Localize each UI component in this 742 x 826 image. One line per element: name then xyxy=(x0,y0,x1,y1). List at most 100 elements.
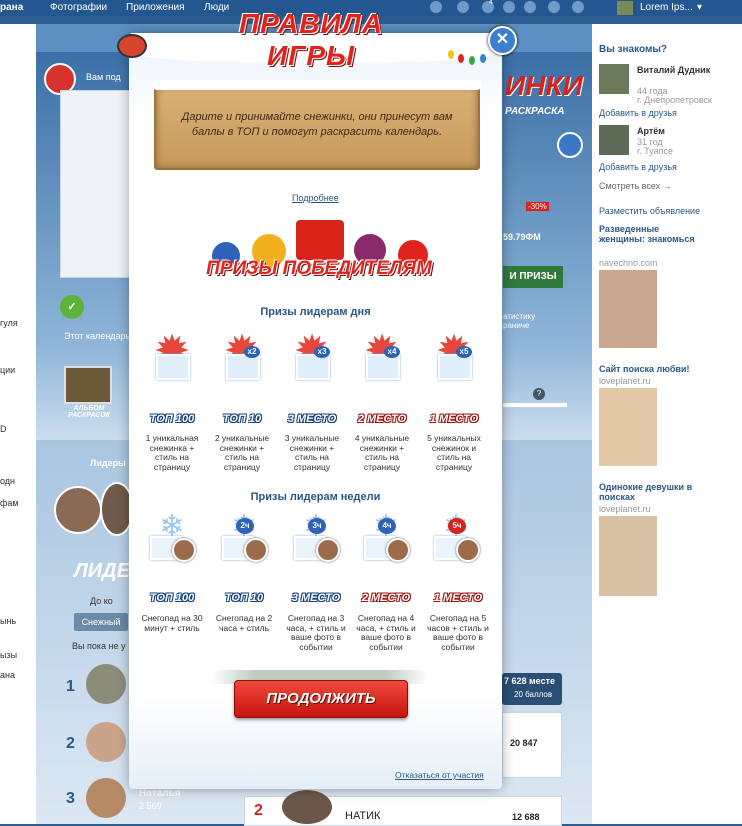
ad-photo[interactable] xyxy=(599,516,657,596)
tab-snow[interactable]: Снежный xyxy=(74,613,128,631)
more-link[interactable]: Подробнее xyxy=(292,193,339,203)
ad-photo[interactable] xyxy=(599,388,657,466)
friends-icon[interactable] xyxy=(503,1,515,13)
week-prize-icon: ❄ 2ч xyxy=(220,512,268,562)
ad-title[interactable]: Сайт поиска любви! xyxy=(599,364,689,374)
calendar-caption[interactable]: Этот календарь xyxy=(64,331,130,341)
place-ad-link[interactable]: Разместить объявление xyxy=(599,206,700,216)
calendar-icon xyxy=(438,354,472,380)
day-prize-icon: ✹ x4 xyxy=(358,328,406,380)
day-prize-icon: ✹ x5 xyxy=(430,328,478,380)
timer-badge: 5ч xyxy=(448,518,466,534)
user-photo-icon xyxy=(316,538,340,562)
week-prize-icon: ❄ 5ч xyxy=(432,512,480,562)
left-snippet: ции xyxy=(0,365,16,375)
day-prize-place: 2 МЕСТО xyxy=(357,413,407,425)
ad-title[interactable]: Разведенные женщины: знакомься xyxy=(599,224,699,244)
list-avatar[interactable] xyxy=(86,664,126,704)
rules-text: Дарите и принимайте снежинки, они принес… xyxy=(181,111,453,138)
left-snippet: ынь xyxy=(0,616,17,626)
help-icon[interactable]: ? xyxy=(533,388,545,400)
not-yet-text: Вы пока не у xyxy=(72,641,126,651)
price-text: 59.79ФМ xyxy=(503,232,541,242)
person-photo[interactable] xyxy=(599,64,629,94)
list-avatar[interactable] xyxy=(86,778,126,818)
checkmark-icon[interactable]: ✓ xyxy=(60,295,84,319)
banner-right: ИНКИ xyxy=(505,70,583,101)
see-all-link[interactable]: Смотреть всех → xyxy=(599,181,672,191)
list-name[interactable]: НАТИК xyxy=(345,810,380,822)
week-prize-desc: Снегопад на 2 часа + стиль xyxy=(215,613,273,633)
nav-photos[interactable]: Фотографии xyxy=(50,2,107,13)
day-prize-icon: ✹ x2 xyxy=(218,328,266,380)
banner-right-sub: РАСКРАСКА xyxy=(505,106,565,117)
continue-button[interactable]: ПРОДОЛЖИТЬ xyxy=(234,680,408,718)
close-button[interactable]: ✕ xyxy=(488,26,517,55)
ad-title[interactable]: Одинокие девушки в поисках xyxy=(599,482,709,502)
gift-text: Вам под xyxy=(86,72,121,82)
person-photo[interactable] xyxy=(599,125,629,155)
rank-badge: 1 xyxy=(66,678,75,695)
person-city: г. Туапсе xyxy=(637,146,673,156)
mail-icon[interactable] xyxy=(557,132,583,158)
place-text: 7 628 месте xyxy=(504,676,555,686)
prizes-button[interactable]: И ПРИЗЫ xyxy=(503,266,563,288)
chat-icon[interactable] xyxy=(457,1,469,13)
week-prize-place: 3 МЕСТО xyxy=(291,592,341,604)
day-prize-place: 1 МЕСТО xyxy=(429,413,479,425)
week-prize-desc: Снегопад на 5 часов + стиль и ваше фото … xyxy=(427,613,489,652)
user-avatar[interactable] xyxy=(617,1,633,15)
coloring-calendar[interactable] xyxy=(60,90,132,278)
left-snippet: ана xyxy=(0,670,15,680)
ok-coin-icon[interactable] xyxy=(524,1,536,13)
week-prize-place: 1 МЕСТО xyxy=(433,592,483,604)
scale-bar xyxy=(503,403,567,407)
bullfinch-icon xyxy=(117,34,147,58)
user-photo-icon xyxy=(456,538,480,562)
ad-domain: navechno.com xyxy=(599,258,658,268)
rank-badge: 2 xyxy=(254,802,263,819)
modal-title-text: ПРАВИЛА ИГРЫ xyxy=(238,8,384,71)
leader-avatar[interactable] xyxy=(54,486,102,534)
list-name[interactable]: Наталья xyxy=(139,788,181,799)
day-prize-place: 3 МЕСТО xyxy=(287,413,337,425)
user-photo-icon xyxy=(244,538,268,562)
multiplier-badge: x3 xyxy=(314,346,330,358)
week-prize-desc: Снегопад на 4 часа, + стиль и ваше фото … xyxy=(356,613,416,652)
day-prize-desc: 1 уникальная снежинка + стиль на страниц… xyxy=(145,433,199,472)
day-prize-desc: 5 уникальных снежинок и стиль на страниц… xyxy=(427,433,481,472)
list-avatar[interactable] xyxy=(282,790,332,824)
gift-icon[interactable] xyxy=(548,1,560,13)
ad-domain: loveplanet.ru xyxy=(599,376,651,386)
board-snow xyxy=(152,80,482,90)
list-points: 2 569 xyxy=(139,801,162,811)
stats-link[interactable]: атистику раниче xyxy=(503,312,561,330)
left-snippet: фам xyxy=(0,498,19,508)
nav-apps[interactable]: Приложения xyxy=(126,2,185,13)
decline-link[interactable]: Отказаться от участия xyxy=(395,770,484,780)
brand-fragment[interactable]: рана xyxy=(0,2,23,13)
rules-board: Дарите и принимайте снежинки, они принес… xyxy=(152,80,482,170)
chevron-down-icon[interactable]: ▾ xyxy=(697,2,702,13)
prizes-banner-text: ПРИЗЫ ПОБЕДИТЕЛЯМ xyxy=(206,258,432,279)
left-snippet: одн xyxy=(0,476,16,486)
add-friend-link[interactable]: Добавить в друзья xyxy=(599,162,677,172)
week-prize-icon: ❄ 4ч xyxy=(362,512,410,562)
week-section-title: Призы лидерам недели xyxy=(250,491,381,503)
list-avatar[interactable] xyxy=(86,722,126,762)
day-section-title: Призы лидерам дня xyxy=(260,306,371,318)
ad-photo[interactable] xyxy=(599,270,657,348)
album-label: АЛЬБОМ РАСКРАСОК xyxy=(67,405,111,419)
left-snippet: D xyxy=(0,424,7,434)
week-prize-place: ТОП 10 xyxy=(224,592,264,604)
day-prize-desc: 2 уникальные снежинки + стиль на страниц… xyxy=(214,433,270,472)
add-friend-link[interactable]: Добавить в друзья xyxy=(599,108,677,118)
diamond-icon[interactable] xyxy=(430,1,442,13)
person-name[interactable]: Артём xyxy=(637,126,665,136)
album-icon[interactable] xyxy=(64,366,112,404)
left-snippet: гуля xyxy=(0,318,18,328)
day-prize-desc: 3 уникальные снежинки + стиль на страниц… xyxy=(284,433,340,472)
person-name[interactable]: Виталий Дудник xyxy=(637,65,737,75)
star-icon[interactable] xyxy=(572,1,584,13)
user-name[interactable]: Lorem Ips... xyxy=(640,2,693,13)
